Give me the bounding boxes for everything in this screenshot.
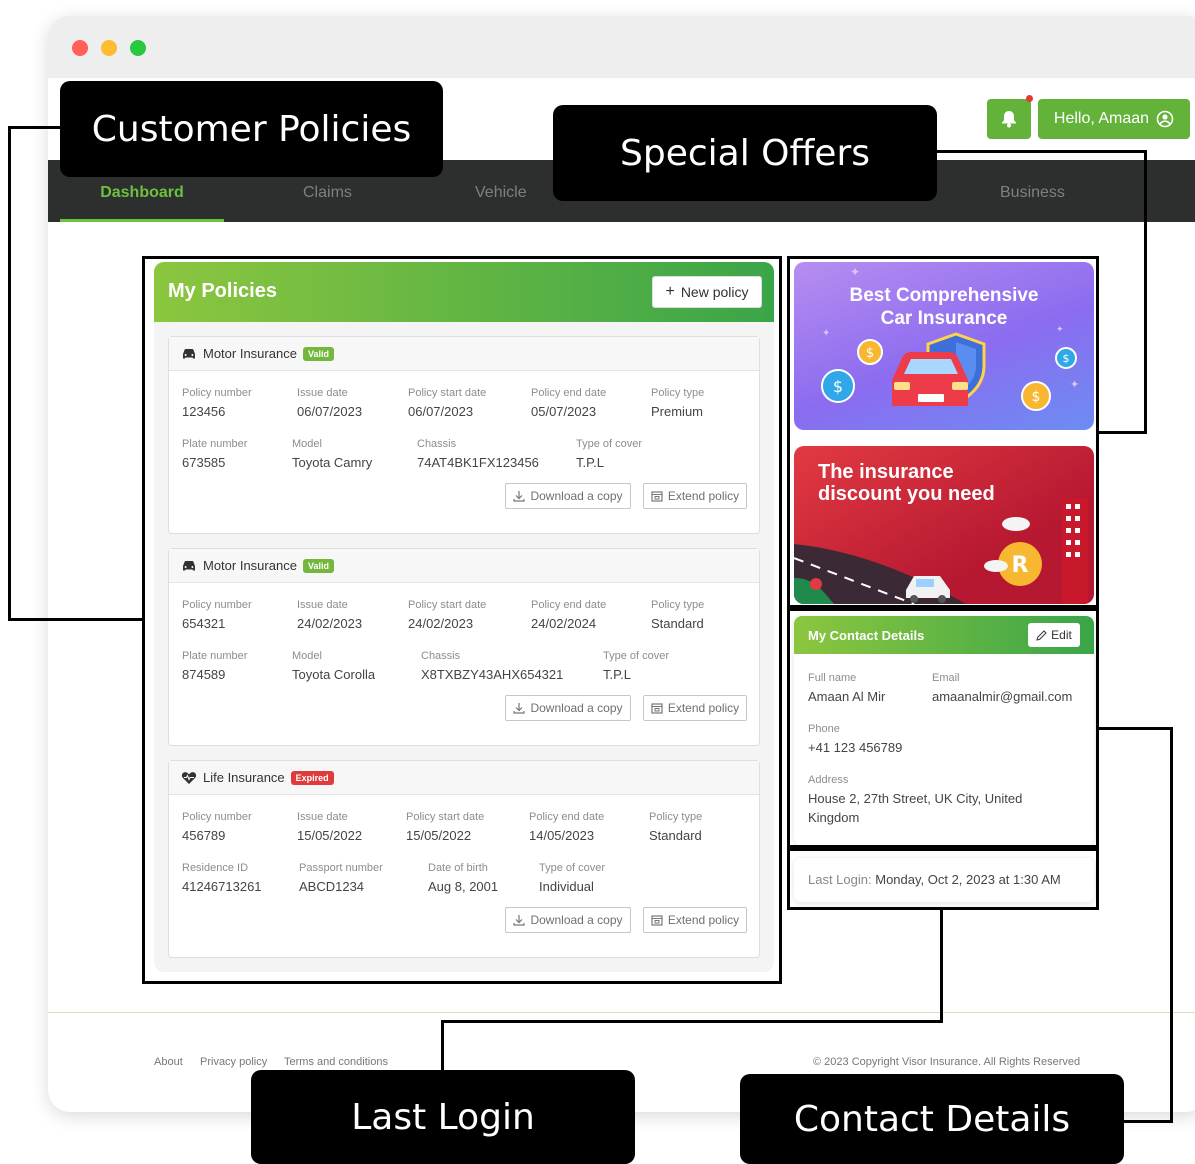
- connector-line: [1144, 150, 1147, 434]
- connector-line: [441, 1020, 444, 1072]
- close-window-button[interactable]: [72, 40, 88, 56]
- footer-link-privacy[interactable]: Privacy policy: [200, 1056, 267, 1068]
- footer-link-terms[interactable]: Terms and conditions: [284, 1056, 388, 1068]
- tab-vehicle[interactable]: Vehicle: [475, 160, 527, 222]
- page: Hello, Amaan Dashboard Claims Vehicle Bu…: [0, 0, 1195, 1164]
- notification-dot: [1026, 95, 1033, 102]
- callout-contact-details: Contact Details: [740, 1074, 1124, 1164]
- connector-line: [8, 126, 62, 129]
- last-login-highlight-frame: [787, 848, 1099, 910]
- contact-highlight-frame: [787, 608, 1099, 848]
- connector-line: [940, 908, 943, 1023]
- connector-line: [936, 150, 1147, 153]
- title-bar: [48, 16, 1195, 78]
- connector-line: [1096, 727, 1173, 730]
- copyright-text: © 2023 Copyright Visor Insurance. All Ri…: [813, 1056, 1081, 1068]
- notifications-button[interactable]: [987, 95, 1033, 139]
- connector-line: [8, 618, 144, 621]
- callout-special-offers: Special Offers: [553, 105, 937, 201]
- bell-icon: [1002, 111, 1016, 128]
- connector-line: [1170, 727, 1173, 1123]
- connector-line: [441, 1020, 943, 1023]
- minimize-window-button[interactable]: [101, 40, 117, 56]
- maximize-window-button[interactable]: [130, 40, 146, 56]
- callout-customer-policies: Customer Policies: [60, 81, 443, 177]
- connector-line: [8, 126, 11, 621]
- user-menu-button[interactable]: Hello, Amaan: [1038, 99, 1190, 139]
- footer-link-about[interactable]: About: [154, 1056, 183, 1068]
- footer-divider: [48, 1012, 1195, 1013]
- offers-highlight-frame: [787, 256, 1099, 608]
- greeting-text: Hello, Amaan: [1053, 110, 1150, 127]
- user-circle-icon: [1156, 110, 1174, 128]
- callout-last-login: Last Login: [251, 1070, 635, 1164]
- policies-highlight-frame: [142, 256, 782, 984]
- tab-business[interactable]: Business: [1000, 160, 1065, 222]
- connector-line: [1122, 1120, 1173, 1123]
- connector-line: [1096, 431, 1147, 434]
